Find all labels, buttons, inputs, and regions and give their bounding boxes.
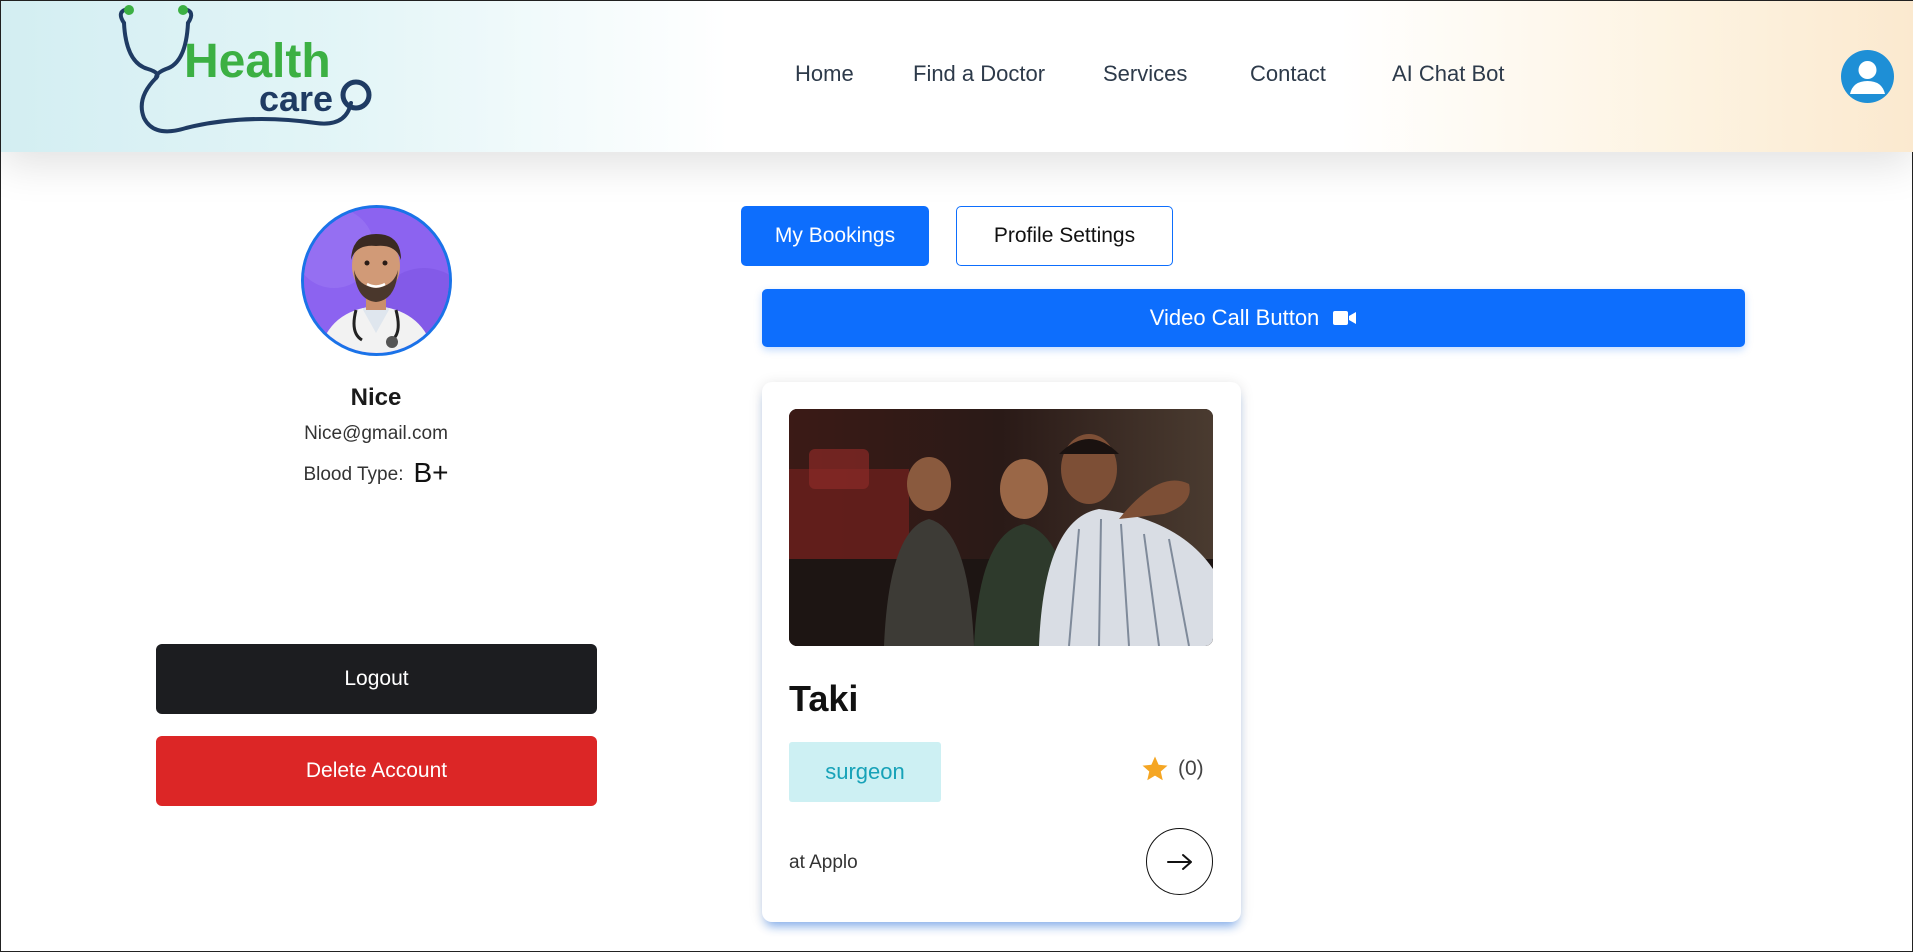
rating-count: (0)	[1178, 757, 1204, 780]
video-camera-icon	[1333, 311, 1357, 325]
profile-email: Nice@gmail.com	[304, 423, 448, 444]
site-header: Health care Home Find a Doctor Services …	[1, 1, 1913, 152]
nav-contact[interactable]: Contact	[1250, 61, 1326, 87]
account-menu-button[interactable]	[1841, 50, 1894, 103]
specialty-badge: surgeon	[789, 742, 941, 802]
profile-photo	[301, 205, 452, 356]
doctor-avatar	[304, 208, 449, 353]
profile-name: Nice	[350, 384, 402, 411]
blood-type-value: B+	[413, 457, 449, 488]
doctor-name: Taki	[789, 678, 859, 719]
tab-profile-settings[interactable]: Profile Settings	[956, 206, 1173, 266]
doctor-photo	[789, 409, 1213, 646]
nav-services[interactable]: Services	[1103, 61, 1187, 87]
nav-find-a-doctor[interactable]: Find a Doctor	[913, 61, 1045, 87]
health-care-logo[interactable]: Health care	[116, 3, 376, 138]
nav-home[interactable]: Home	[795, 61, 854, 87]
nav-ai-chat-bot[interactable]: AI Chat Bot	[1392, 61, 1505, 87]
rating: (0)	[1140, 754, 1204, 784]
video-call-button[interactable]: Video Call Button	[762, 289, 1745, 347]
star-icon	[1142, 756, 1168, 781]
video-call-label: Video Call Button	[1149, 305, 1320, 330]
user-circle-icon	[1850, 61, 1885, 94]
booking-card[interactable]: Taki surgeon (0) at Applo	[762, 382, 1241, 922]
tab-my-bookings[interactable]: My Bookings	[741, 206, 929, 266]
blood-type: Blood Type: B+	[201, 457, 551, 489]
arrow-right-icon	[1166, 853, 1192, 870]
logo-word-care: care	[259, 78, 333, 119]
logout-button[interactable]: Logout	[156, 644, 597, 714]
delete-account-button[interactable]: Delete Account	[156, 736, 597, 806]
blood-type-label: Blood Type:	[303, 464, 404, 485]
hospital-name: at Applo	[789, 852, 858, 873]
view-doctor-button[interactable]	[1146, 828, 1213, 895]
group-photo-image	[789, 409, 1213, 646]
